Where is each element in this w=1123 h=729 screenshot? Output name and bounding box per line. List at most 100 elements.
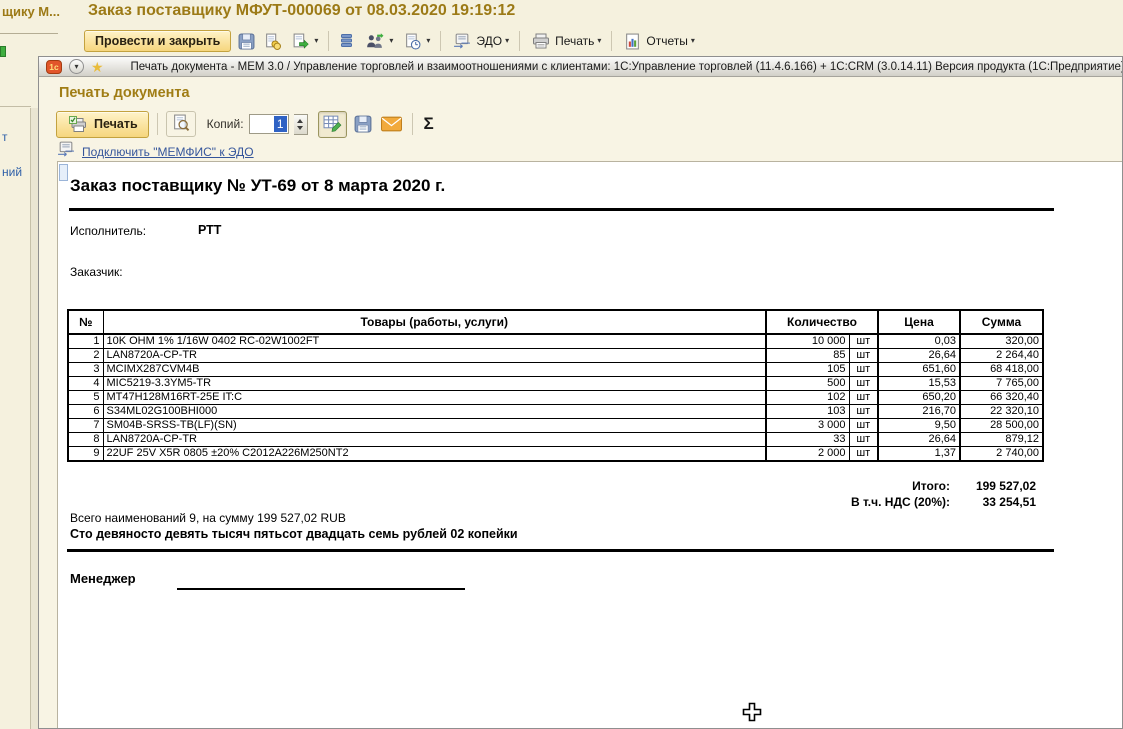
window-titlebar: 1с ▾ ★ Печать документа - МЕМ 3.0 / Упра… bbox=[39, 57, 1122, 77]
item-qty: 103 bbox=[766, 405, 849, 419]
edo-connect-link[interactable]: Подключить "МЕМФИС" к ЭДО bbox=[82, 145, 254, 159]
printer-icon bbox=[530, 32, 552, 50]
reports-menu-button[interactable]: Отчеты ▾ bbox=[620, 31, 697, 52]
edo-menu-label: ЭДО bbox=[476, 34, 502, 48]
item-sum: 28 500,00 bbox=[960, 419, 1043, 433]
item-unit: шт bbox=[849, 334, 878, 349]
row-number: 2 bbox=[68, 349, 103, 363]
item-name: MIC5219-3.3YM5-TR bbox=[103, 377, 766, 391]
item-name: LAN8720A-CP-TR bbox=[103, 433, 766, 447]
table-header-row: № Товары (работы, услуги) Количество Цен… bbox=[68, 310, 1043, 334]
order-toolbar: Провести и закрыть ▾ ▾ ▾ bbox=[84, 28, 697, 54]
item-price: 26,64 bbox=[878, 433, 960, 447]
copies-label: Копий: bbox=[207, 117, 244, 131]
item-unit: шт bbox=[849, 447, 878, 462]
table-row: 1 10K OHM 1% 1/16W 0402 RC-02W1002FT 10 … bbox=[68, 334, 1043, 349]
preview-icon bbox=[172, 114, 190, 135]
item-sum: 68 418,00 bbox=[960, 363, 1043, 377]
background-text-fragment: т bbox=[2, 130, 8, 144]
item-qty: 10 000 bbox=[766, 334, 849, 349]
table-row: 8 LAN8720A-CP-TR 33 шт 26,64 879,12 bbox=[68, 433, 1043, 447]
table-row: 5 MT47H128M16RT-25E IT:C 102 шт 650,20 6… bbox=[68, 391, 1043, 405]
copies-input[interactable]: 1 bbox=[249, 114, 289, 134]
chevron-down-icon: ▾ bbox=[314, 37, 318, 45]
save-icon[interactable] bbox=[236, 32, 257, 51]
signature-line bbox=[177, 588, 465, 590]
email-icon[interactable] bbox=[379, 115, 404, 133]
edo-menu-button[interactable]: ЭДО ▾ bbox=[449, 31, 511, 51]
table-edit-icon bbox=[323, 114, 342, 135]
1c-logo-icon[interactable]: 1с bbox=[46, 60, 62, 74]
copies-value: 1 bbox=[274, 116, 287, 132]
page-title: Печать документа bbox=[59, 85, 190, 101]
list-icon[interactable] bbox=[337, 32, 356, 50]
item-name: MCIMX287CVM4B bbox=[103, 363, 766, 377]
document-title: Заказ поставщику № УТ-69 от 8 марта 2020… bbox=[70, 176, 445, 196]
document-tasks-menu-button[interactable]: ▾ bbox=[400, 31, 432, 52]
col-header-num: № bbox=[68, 310, 103, 334]
favorites-star-icon[interactable]: ★ bbox=[91, 60, 104, 74]
row-number: 5 bbox=[68, 391, 103, 405]
print-toolbar: Печать Копий: 1 bbox=[56, 109, 437, 139]
preview-button[interactable] bbox=[166, 111, 196, 137]
col-header-price: Цена bbox=[878, 310, 960, 334]
post-and-close-label: Провести и закрыть bbox=[95, 34, 220, 48]
executor-value: РТТ bbox=[198, 223, 221, 237]
table-settings-button[interactable] bbox=[318, 111, 347, 138]
people-icon bbox=[363, 32, 386, 51]
background-panel-edge bbox=[30, 108, 38, 729]
row-number: 8 bbox=[68, 433, 103, 447]
table-row: 7 SM04B-SRSS-TB(LF)(SN) 3 000 шт 9,50 28… bbox=[68, 419, 1043, 433]
table-row: 3 MCIMX287CVM4B 105 шт 651,60 68 418,00 bbox=[68, 363, 1043, 377]
item-price: 1,37 bbox=[878, 447, 960, 462]
total-row: Итого: 199 527,02 bbox=[851, 478, 1036, 494]
item-name: SM04B-SRSS-TB(LF)(SN) bbox=[103, 419, 766, 433]
item-unit: шт bbox=[849, 363, 878, 377]
copies-stepper[interactable] bbox=[294, 114, 308, 135]
window-menu-button[interactable]: ▾ bbox=[69, 59, 84, 74]
sum-icon[interactable]: Σ bbox=[421, 114, 437, 134]
spreadsheet-area[interactable]: Заказ поставщику № УТ-69 от 8 марта 2020… bbox=[57, 161, 1122, 728]
chevron-down-icon: ▾ bbox=[597, 37, 601, 45]
table-row: 4 MIC5219-3.3YM5-TR 500 шт 15,53 7 765,0… bbox=[68, 377, 1043, 391]
print-menu-label: Печать bbox=[555, 34, 594, 48]
background-tab-fragment[interactable]: щику М... bbox=[2, 4, 60, 19]
post-and-close-button[interactable]: Провести и закрыть bbox=[84, 30, 231, 52]
item-unit: шт bbox=[849, 391, 878, 405]
post-close-icon bbox=[290, 32, 311, 51]
item-unit: шт bbox=[849, 377, 878, 391]
col-header-sum: Сумма bbox=[960, 310, 1043, 334]
item-name: 22UF 25V X5R 0805 ±20% C2012A226M250NT2 bbox=[103, 447, 766, 462]
total-label: Итого: bbox=[912, 478, 950, 494]
document-clock-icon bbox=[402, 32, 423, 51]
col-header-item: Товары (работы, услуги) bbox=[103, 310, 766, 334]
counterparty-menu-button[interactable]: ▾ bbox=[361, 31, 395, 52]
item-price: 26,64 bbox=[878, 349, 960, 363]
print-document-window: 1с ▾ ★ Печать документа - МЕМ 3.0 / Упра… bbox=[38, 56, 1123, 729]
chevron-down-icon: ▾ bbox=[505, 37, 509, 45]
item-qty: 102 bbox=[766, 391, 849, 405]
order-document-title: Заказ поставщику МФУТ-000069 от 08.03.20… bbox=[88, 2, 515, 20]
summary-line: Всего наименований 9, на сумму 199 527,0… bbox=[70, 511, 346, 525]
chevron-down-icon: ▾ bbox=[426, 37, 430, 45]
post-close-menu-button[interactable]: ▾ bbox=[288, 31, 320, 52]
reports-icon bbox=[622, 32, 643, 51]
print-button[interactable]: Печать bbox=[56, 111, 149, 138]
post-document-icon[interactable] bbox=[262, 32, 283, 51]
item-sum: 7 765,00 bbox=[960, 377, 1043, 391]
item-unit: шт bbox=[849, 349, 878, 363]
items-table: № Товары (работы, услуги) Количество Цен… bbox=[67, 309, 1044, 462]
stepper-down-icon[interactable] bbox=[297, 126, 303, 130]
reports-menu-label: Отчеты bbox=[646, 34, 687, 48]
horizontal-rule bbox=[67, 549, 1054, 552]
print-menu-button[interactable]: Печать ▾ bbox=[528, 31, 603, 51]
totals-block: Итого: 199 527,02 В т.ч. НДС (20%): 33 2… bbox=[851, 478, 1036, 510]
row-number: 7 bbox=[68, 419, 103, 433]
stepper-up-icon[interactable] bbox=[297, 119, 303, 123]
item-price: 216,70 bbox=[878, 405, 960, 419]
save-file-icon[interactable] bbox=[352, 114, 374, 134]
mouse-cursor bbox=[741, 701, 763, 723]
item-sum: 2 740,00 bbox=[960, 447, 1043, 462]
item-sum: 2 264,40 bbox=[960, 349, 1043, 363]
item-sum: 66 320,40 bbox=[960, 391, 1043, 405]
